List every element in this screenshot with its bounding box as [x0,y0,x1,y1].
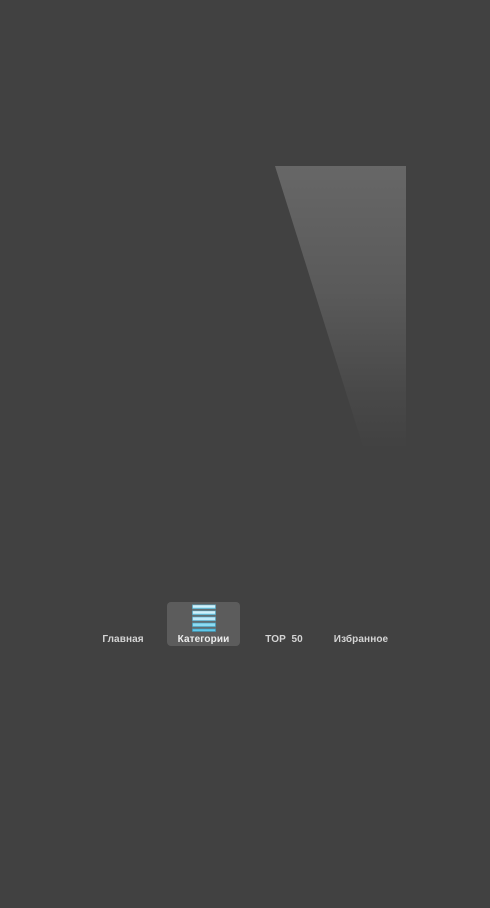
tab-categories[interactable]: Категории [167,602,240,646]
tab-favorites-label: Избранное [333,634,389,645]
gloss-overlay [275,166,406,450]
tab-home-label: Главная [102,634,144,645]
tab-bar: Главная Категории TOP 50 Избранное [0,600,490,648]
tab-top50-label: TOP 50 [265,634,303,645]
tab-top50[interactable]: TOP 50 [257,602,311,646]
tab-categories-label: Категории [177,634,230,645]
tab-home[interactable]: Главная [97,602,149,646]
tab-favorites[interactable]: Избранное [327,602,395,646]
categories-list-icon [191,604,216,632]
